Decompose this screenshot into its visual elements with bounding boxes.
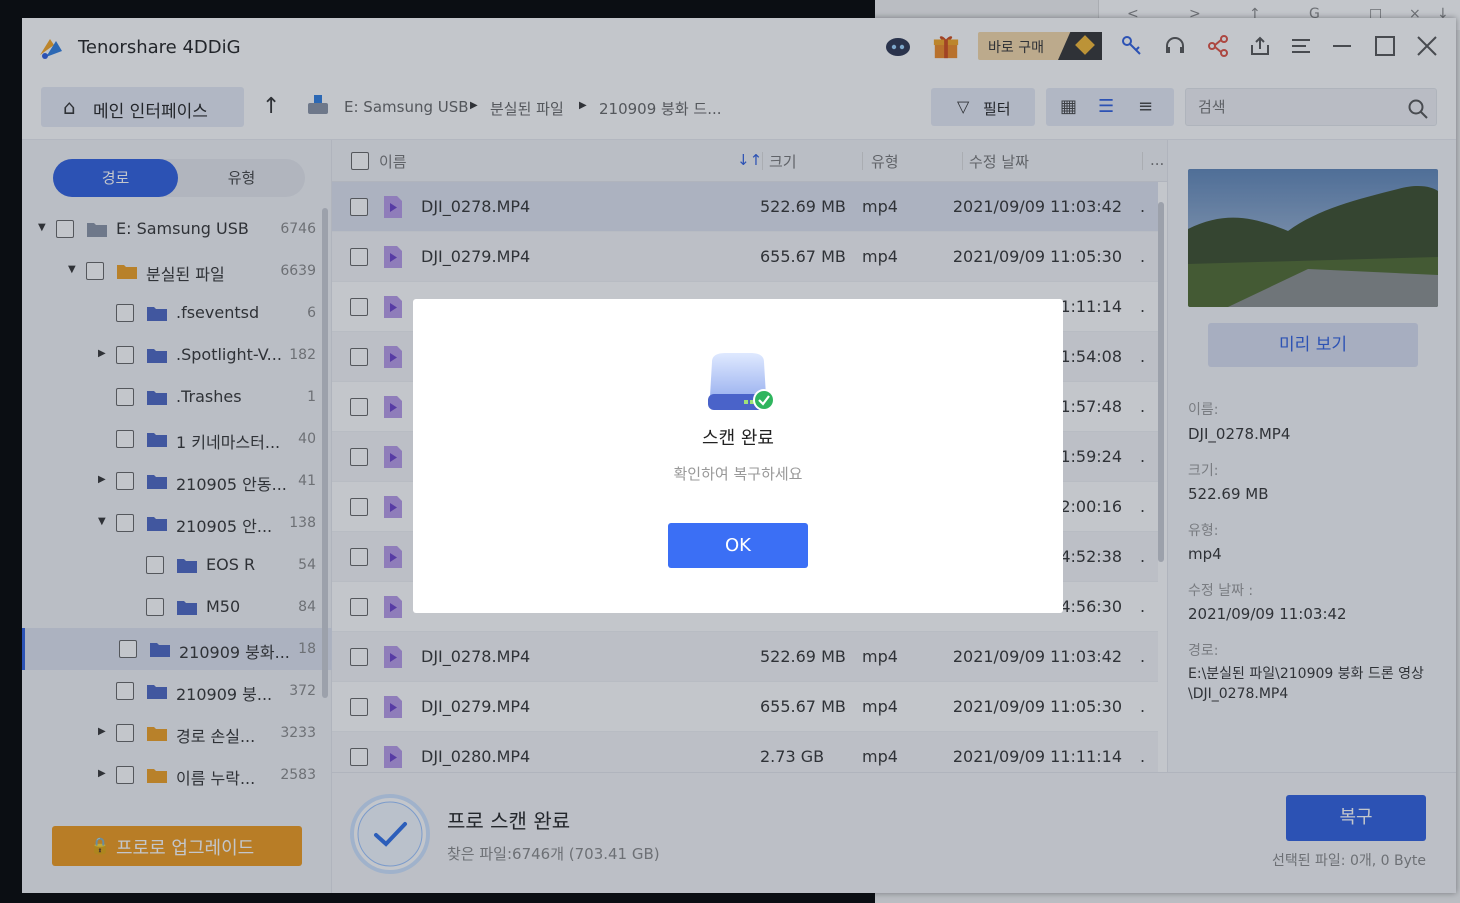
ok-button[interactable]: OK bbox=[668, 523, 808, 568]
drive-check-icon bbox=[708, 353, 775, 411]
dialog-subtitle: 확인하여 복구하세요 bbox=[673, 465, 803, 483]
dialog-title: 스캔 완료 bbox=[702, 428, 774, 449]
scan-complete-dialog: 스캔 완료 확인하여 복구하세요 OK bbox=[413, 299, 1063, 613]
